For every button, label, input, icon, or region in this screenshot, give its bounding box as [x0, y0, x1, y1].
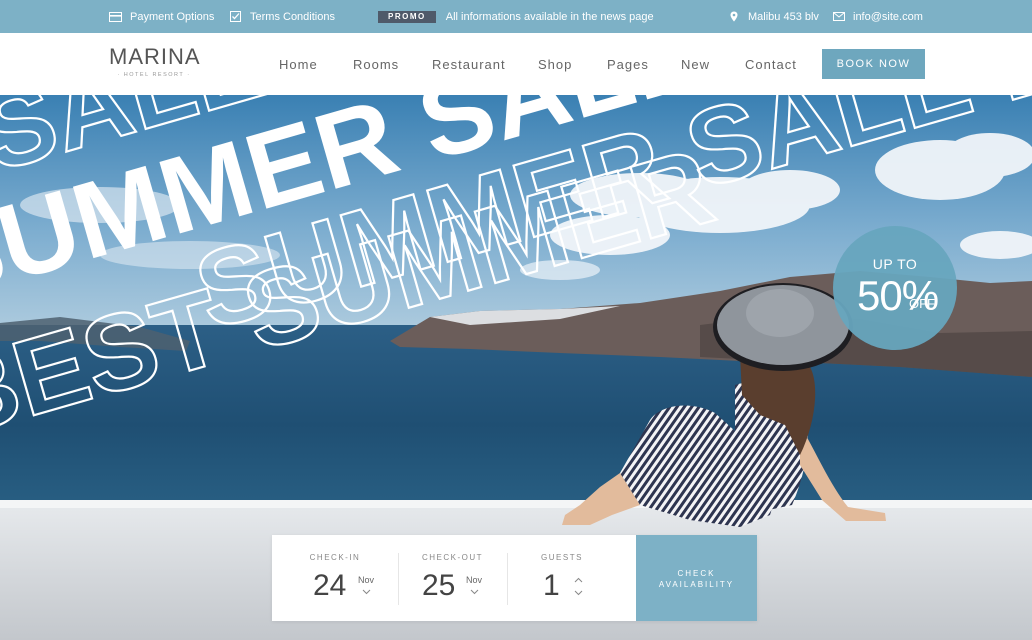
- logo-tagline: · HOTEL RESORT ·: [117, 72, 191, 78]
- guests-count: 1: [543, 569, 560, 602]
- chevron-up-icon[interactable]: [574, 575, 583, 585]
- nav-home[interactable]: Home: [279, 33, 318, 95]
- promo-notice: PROMO All informations available in the …: [378, 0, 654, 33]
- checkin-label: CHECK-IN: [309, 553, 361, 562]
- guests-field[interactable]: GUESTS 1: [508, 535, 636, 621]
- address-item: Malibu 453 blv: [727, 0, 819, 33]
- checkout-day: 25: [422, 569, 456, 602]
- check-availability-line1: CHECK: [677, 569, 716, 578]
- nav-shop[interactable]: Shop: [538, 33, 572, 95]
- address-text: Malibu 453 blv: [748, 10, 819, 23]
- email-text: info@site.com: [853, 10, 923, 23]
- badge-off: OFF: [909, 296, 935, 311]
- nav-pages[interactable]: Pages: [607, 33, 649, 95]
- nav-rooms[interactable]: Rooms: [353, 33, 399, 95]
- location-pin-icon: [727, 11, 740, 22]
- guests-label: GUESTS: [541, 553, 583, 562]
- checkbox-icon: [229, 11, 242, 22]
- promo-badge: PROMO: [378, 10, 436, 23]
- email-link[interactable]: info@site.com: [832, 0, 923, 33]
- chevron-down-icon[interactable]: [470, 587, 479, 597]
- nav-new[interactable]: New: [681, 33, 710, 95]
- chevron-down-icon[interactable]: [362, 587, 371, 597]
- terms-conditions-link[interactable]: Terms Conditions: [229, 0, 335, 33]
- check-availability-line2: AVAILABILITY: [658, 580, 735, 589]
- logo[interactable]: MARINA · HOTEL RESORT ·: [109, 44, 201, 78]
- card-icon: [109, 11, 122, 22]
- checkin-day: 24: [313, 569, 347, 602]
- checkout-field[interactable]: CHECK-OUT 25 Nov: [399, 535, 506, 621]
- logo-name: MARINA: [109, 44, 201, 69]
- checkout-label: CHECK-OUT: [421, 553, 484, 562]
- nav-restaurant[interactable]: Restaurant: [432, 33, 506, 95]
- main-navbar: MARINA · HOTEL RESORT · Home Rooms Resta…: [0, 33, 1032, 95]
- booking-widget: CHECK-IN 24 Nov CHECK-OUT 25 Nov GUESTS …: [272, 535, 757, 621]
- terms-conditions-label: Terms Conditions: [250, 10, 335, 23]
- payment-options-link[interactable]: Payment Options: [109, 0, 214, 33]
- checkin-month: Nov: [358, 575, 375, 585]
- chevron-down-icon[interactable]: [574, 588, 583, 598]
- payment-options-label: Payment Options: [130, 10, 215, 23]
- checkout-month: Nov: [466, 575, 483, 585]
- check-availability-button[interactable]: CHECK AVAILABILITY: [636, 535, 757, 621]
- mail-icon: [832, 11, 845, 22]
- top-bar: Payment Options Terms Conditions PROMO A…: [0, 0, 1032, 33]
- checkin-field[interactable]: CHECK-IN 24 Nov: [272, 535, 398, 621]
- nav-contact[interactable]: Contact: [745, 33, 797, 95]
- book-now-button[interactable]: BOOK NOW: [822, 49, 925, 79]
- badge-upto: UP TO: [872, 256, 918, 272]
- promo-text: All informations available in the news p…: [445, 10, 654, 23]
- discount-badge: UP TO 50% OFF: [833, 226, 957, 350]
